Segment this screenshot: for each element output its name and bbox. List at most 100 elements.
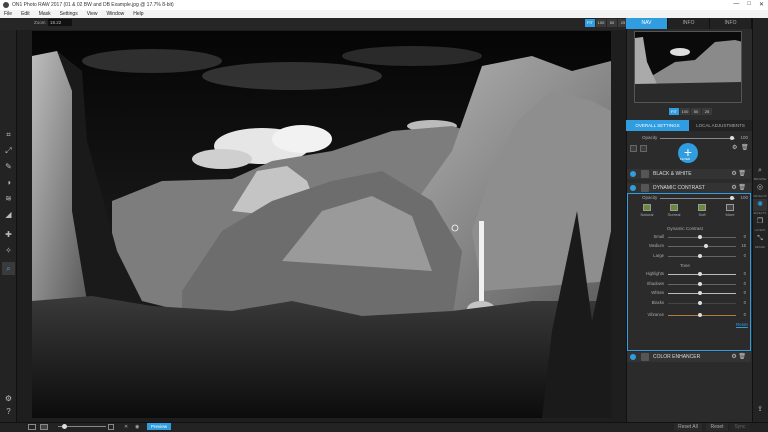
slider-track[interactable]	[668, 246, 736, 247]
retouch-tool[interactable]: ✚	[2, 228, 15, 241]
slider-value[interactable]: 0	[744, 281, 746, 286]
photo-canvas[interactable]	[32, 31, 611, 418]
filter-color-enhancer[interactable]: COLOR ENHANCER ⚙ 🗑	[627, 352, 751, 362]
fit-icon[interactable]	[108, 424, 114, 430]
tab-local-adjustments[interactable]: LOCAL ADJUSTMENTS	[689, 120, 752, 131]
minimize-icon[interactable]: —	[733, 1, 739, 8]
filter-actions[interactable]: ⚙ 🗑	[731, 183, 746, 193]
slider-value[interactable]: 0	[744, 234, 746, 239]
filter-dynamic-contrast[interactable]: DYNAMIC CONTRAST ⚙ 🗑	[627, 183, 751, 193]
filter-options-icon[interactable]	[641, 170, 649, 178]
slider-track[interactable]	[668, 293, 736, 294]
slider-value[interactable]: 15	[741, 243, 746, 248]
dc-opacity-slider[interactable]	[660, 198, 735, 199]
sync-button[interactable]: Sync	[730, 423, 750, 431]
slider-track[interactable]	[668, 303, 736, 304]
slider-knob[interactable]	[698, 272, 702, 276]
help-tool[interactable]: ?	[2, 405, 15, 418]
menu-settings[interactable]: Settings	[60, 11, 78, 17]
slider-value[interactable]: 0	[744, 271, 746, 276]
tab-info[interactable]: INFO	[710, 18, 752, 29]
zoom-50-button[interactable]: 50	[607, 19, 617, 27]
slider-track[interactable]	[668, 315, 736, 316]
slider-value[interactable]: 0	[744, 290, 746, 295]
filter-actions[interactable]: ⚙ 🗑	[731, 352, 746, 362]
tab-nav[interactable]: NAV	[626, 18, 668, 29]
filter-enabled-icon[interactable]	[630, 171, 636, 177]
chisel-tool[interactable]: ◢	[2, 208, 15, 221]
maximize-icon[interactable]: □	[747, 1, 751, 8]
refine-tool[interactable]: ≋	[2, 192, 15, 205]
slider-knob[interactable]	[698, 254, 702, 258]
dc-opacity-value[interactable]: 100	[740, 195, 748, 200]
slider-value[interactable]: 0	[744, 253, 746, 258]
brush-tool[interactable]: ✎	[2, 160, 15, 173]
view-tool[interactable]: ⌕	[2, 262, 15, 275]
export-button[interactable]: ⇪	[753, 404, 767, 416]
thumbnail-size-knob[interactable]	[62, 424, 67, 429]
menu-window[interactable]: Window	[106, 11, 124, 17]
close-icon[interactable]: ✕	[759, 1, 764, 8]
menu-file[interactable]: File	[4, 11, 12, 17]
module-browse[interactable]: ⌕	[753, 165, 767, 177]
slider-track[interactable]	[668, 274, 736, 275]
thumb-zoom-50-button[interactable]: 50	[691, 108, 701, 115]
navigator-thumbnail[interactable]	[634, 31, 742, 103]
clone-tool[interactable]: ✧	[2, 244, 15, 257]
reset-button[interactable]: Reset	[706, 423, 728, 431]
tab-overall-settings[interactable]: OVERALL SETTINGS	[626, 120, 689, 131]
settings-tool[interactable]: ⚙	[2, 392, 15, 405]
opacity-knob[interactable]	[730, 136, 734, 140]
zoom-fit-button[interactable]: FIT	[585, 19, 595, 27]
menu-help[interactable]: Help	[133, 11, 143, 17]
slider-track[interactable]	[668, 256, 736, 257]
mask-toggle-icon[interactable]	[640, 145, 647, 152]
mask-view-icon[interactable]: ✕	[124, 424, 131, 430]
preset-surreal[interactable]: Surreal	[664, 204, 684, 217]
presets-icon[interactable]	[630, 145, 637, 152]
slider-knob[interactable]	[698, 313, 702, 317]
transform-tool[interactable]: ⤢	[2, 144, 15, 157]
filter-options-icon[interactable]	[641, 184, 649, 192]
slider-knob[interactable]	[698, 291, 702, 295]
module-resize[interactable]: ⤡	[753, 233, 767, 245]
slider-value[interactable]: 0	[744, 300, 746, 305]
preview-button[interactable]: Preview	[147, 423, 171, 430]
filter-enabled-icon[interactable]	[630, 354, 636, 360]
zoom-input[interactable]: 18.22	[48, 19, 72, 26]
preset-soft[interactable]: Soft	[692, 204, 712, 217]
thumb-zoom-100-button[interactable]: 100	[680, 108, 690, 115]
module-layers[interactable]: ❐	[753, 216, 767, 228]
filter-enabled-icon[interactable]	[630, 185, 636, 191]
mask-tool[interactable]: ◑	[2, 176, 15, 189]
module-develop[interactable]: ◎	[753, 182, 767, 194]
opacity-slider[interactable]	[660, 138, 735, 139]
tab-histogram[interactable]: INFO	[668, 18, 710, 29]
filter-black-white[interactable]: BLACK & WHITE ⚙ 🗑	[627, 169, 751, 179]
preset-natural[interactable]: Natural	[637, 204, 657, 217]
preset-more[interactable]: More	[720, 204, 740, 217]
overall-gear-icon[interactable]: ⚙	[732, 144, 737, 151]
opacity-value[interactable]: 100	[740, 135, 748, 140]
slider-track[interactable]	[668, 237, 736, 238]
slider-value[interactable]: 0	[744, 312, 746, 317]
menu-edit[interactable]: Edit	[21, 11, 30, 17]
slider-knob[interactable]	[698, 235, 702, 239]
crop-tool[interactable]: ⌗	[2, 128, 15, 141]
slider-knob[interactable]	[698, 282, 702, 286]
menu-mask[interactable]: Mask	[39, 11, 51, 17]
eye-icon[interactable]: ◉	[135, 424, 142, 430]
compare-icon[interactable]	[28, 424, 36, 430]
filter-options-icon[interactable]	[641, 353, 649, 361]
dc-reset-link[interactable]: Reset	[736, 322, 748, 327]
thumb-zoom-fit-button[interactable]: FIT	[669, 108, 679, 115]
slider-track[interactable]	[668, 284, 736, 285]
split-view-icon[interactable]	[40, 424, 48, 430]
reset-all-button[interactable]: Reset All	[674, 423, 702, 431]
slider-knob[interactable]	[698, 301, 702, 305]
zoom-100-button[interactable]: 100	[596, 19, 606, 27]
slider-knob[interactable]	[704, 244, 708, 248]
dc-opacity-knob[interactable]	[730, 196, 734, 200]
module-effects[interactable]: ✺	[753, 199, 767, 211]
menu-view[interactable]: View	[87, 11, 98, 17]
